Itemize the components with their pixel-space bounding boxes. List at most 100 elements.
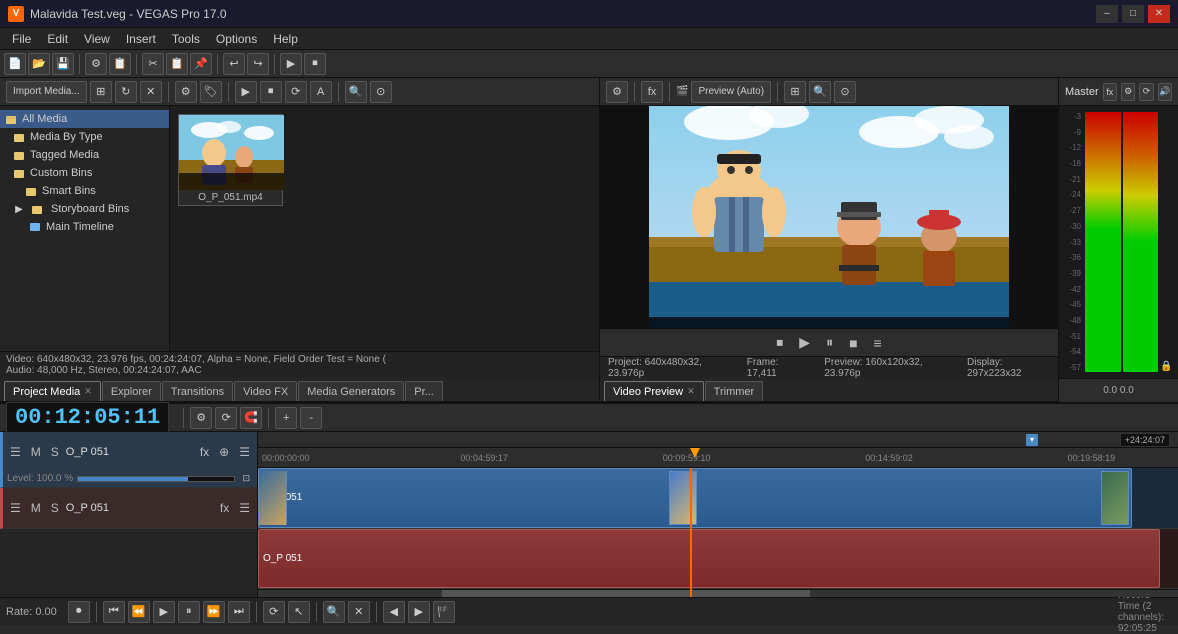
track-2-menu[interactable]: ☰ (236, 500, 253, 516)
bc-pause[interactable]: ⏸ (178, 601, 200, 623)
track-2-mute[interactable]: M (28, 500, 44, 516)
open-button[interactable]: 📂 (28, 53, 50, 75)
bc-step-back[interactable]: ⏪ (128, 601, 150, 623)
mixer-settings-button[interactable]: ⚙ (1121, 83, 1135, 101)
pm-tags[interactable]: 🏷 (200, 81, 222, 103)
bc-zoom-timeline[interactable]: 🔍 (323, 601, 345, 623)
bc-step-fwd[interactable]: ⏩ (203, 601, 225, 623)
undo-button[interactable]: ↩ (223, 53, 245, 75)
preview-menu-button[interactable]: ≡ (870, 335, 886, 351)
tl-zoom-out[interactable]: - (300, 407, 322, 429)
settings-button[interactable]: ⚙ (85, 53, 107, 75)
track-2-solo[interactable]: S (48, 500, 62, 516)
tl-zoom-in[interactable]: + (275, 407, 297, 429)
preview-pause-button[interactable]: ⏸ (822, 334, 837, 351)
tree-tagged-media[interactable]: Tagged Media (0, 146, 169, 164)
track-2-expand[interactable]: ☰ (7, 500, 24, 516)
pm-zoom-reset[interactable]: ⊙ (370, 81, 392, 103)
pm-settings[interactable]: ⚙ (175, 81, 197, 103)
redo-button[interactable]: ↪ (247, 53, 269, 75)
pm-stop[interactable]: ⏹ (260, 81, 282, 103)
bc-prev-marker[interactable]: ◀ (383, 601, 405, 623)
bc-close[interactable]: ✕ (348, 601, 370, 623)
bc-next-marker[interactable]: ▶ (408, 601, 430, 623)
tab-transitions[interactable]: Transitions (162, 381, 233, 401)
cut-button[interactable]: ✂ (142, 53, 164, 75)
timeline-horizontal-scrollbar[interactable] (258, 589, 1178, 597)
bc-cursor-tool[interactable]: ↖ (288, 601, 310, 623)
pm-view-toggle[interactable]: ⊞ (90, 81, 112, 103)
tree-all-media[interactable]: All Media (0, 110, 169, 128)
mixer-loop-button[interactable]: ⟳ (1139, 83, 1153, 101)
bc-rewind-start[interactable]: ⏮ (103, 601, 125, 623)
stop-button[interactable]: ⏹ (304, 53, 326, 75)
pm-loop[interactable]: ⟳ (285, 81, 307, 103)
preview-zoom[interactable]: 🔍 (809, 81, 831, 103)
pm-refresh[interactable]: ↻ (115, 81, 137, 103)
close-button[interactable]: ✕ (1148, 5, 1170, 23)
media-item-1[interactable]: O_P_051.mp4 (178, 114, 283, 206)
render-button[interactable]: ▶ (280, 53, 302, 75)
track-1-solo[interactable]: S (48, 444, 62, 460)
tree-smart-bins[interactable]: Smart Bins (0, 182, 169, 200)
minimize-button[interactable]: – (1096, 5, 1118, 23)
menu-insert[interactable]: Insert (118, 30, 164, 48)
track-1-expand[interactable]: ☰ (7, 444, 24, 460)
menu-tools[interactable]: Tools (164, 30, 208, 48)
tree-storyboard-bins[interactable]: ▶ Storyboard Bins (0, 200, 169, 218)
bc-ff-end[interactable]: ⏭ (228, 601, 250, 623)
tab-project-media-close[interactable]: ✕ (84, 386, 92, 397)
pm-zoom[interactable]: 🔍 (345, 81, 367, 103)
preview-settings-button[interactable]: ⚙ (606, 81, 628, 103)
track-1-fx[interactable]: fx (197, 444, 212, 460)
tab-video-preview-close[interactable]: ✕ (687, 386, 695, 397)
import-media-button[interactable]: Import Media... (6, 81, 87, 103)
tab-explorer[interactable]: Explorer (102, 381, 161, 401)
timeline-tracks[interactable]: +24:24:07 ▾ 00:00:00:00 00:04:59:17 00:0… (258, 432, 1178, 597)
track-1-mute[interactable]: M (28, 444, 44, 460)
tab-project-media[interactable]: Project Media ✕ (4, 381, 101, 401)
track-1-motion[interactable]: ⊕ (216, 444, 232, 460)
tab-video-fx[interactable]: Video FX (234, 381, 297, 401)
pm-remove[interactable]: ✕ (140, 81, 162, 103)
maximize-button[interactable]: □ (1122, 5, 1144, 23)
tree-main-timeline[interactable]: Main Timeline (0, 218, 169, 236)
preview-grid-toggle[interactable]: ⊞ (784, 81, 806, 103)
preview-stop-button[interactable]: ⏹ (772, 334, 787, 351)
track-1-menu[interactable]: ☰ (236, 444, 253, 460)
tab-media-generators[interactable]: Media Generators (298, 381, 404, 401)
pm-play[interactable]: ▶ (235, 81, 257, 103)
tab-video-preview[interactable]: Video Preview ✕ (604, 381, 704, 401)
tl-snap[interactable]: 🧲 (240, 407, 262, 429)
mixer-fx-button[interactable]: fx (1103, 83, 1117, 101)
menu-help[interactable]: Help (265, 30, 306, 48)
tl-loop[interactable]: ⟳ (215, 407, 237, 429)
track-1-level-bar[interactable] (77, 476, 235, 482)
tree-custom-bins[interactable]: Custom Bins (0, 164, 169, 182)
preview-mode-dropdown[interactable]: Preview (Auto) (691, 81, 771, 103)
preview-end-button[interactable]: ■ (845, 335, 861, 351)
paste-button[interactable]: 📌 (190, 53, 212, 75)
preview-play-button[interactable]: ▶ (795, 334, 814, 351)
pm-auto[interactable]: A (310, 81, 332, 103)
menu-file[interactable]: File (4, 30, 39, 48)
bc-play[interactable]: ▶ (153, 601, 175, 623)
bc-record[interactable]: ⏺ (68, 601, 90, 623)
properties-button[interactable]: 📋 (109, 53, 131, 75)
bc-loop[interactable]: ⟳ (263, 601, 285, 623)
menu-options[interactable]: Options (208, 30, 265, 48)
new-button[interactable]: 📄 (4, 53, 26, 75)
menu-edit[interactable]: Edit (39, 30, 76, 48)
track-1-clip-row[interactable]: O_P 051 (258, 468, 1178, 529)
menu-view[interactable]: View (76, 30, 118, 48)
tab-pr[interactable]: Pr... (405, 381, 443, 401)
tl-settings[interactable]: ⚙ (190, 407, 212, 429)
timeline-scrollbar-handle[interactable] (442, 590, 810, 597)
track-1-clip-main[interactable]: O_P 051 (258, 468, 1132, 528)
timeline-position-indicator[interactable]: ▾ (1026, 434, 1038, 446)
preview-fx-button[interactable]: fx (641, 81, 663, 103)
mixer-vol-button[interactable]: 🔊 (1158, 83, 1172, 101)
track-2-clip-row[interactable]: O_P 051 (258, 529, 1178, 590)
preview-zoom-reset[interactable]: ⊙ (834, 81, 856, 103)
track-2-clip-main[interactable]: O_P 051 (258, 529, 1160, 589)
